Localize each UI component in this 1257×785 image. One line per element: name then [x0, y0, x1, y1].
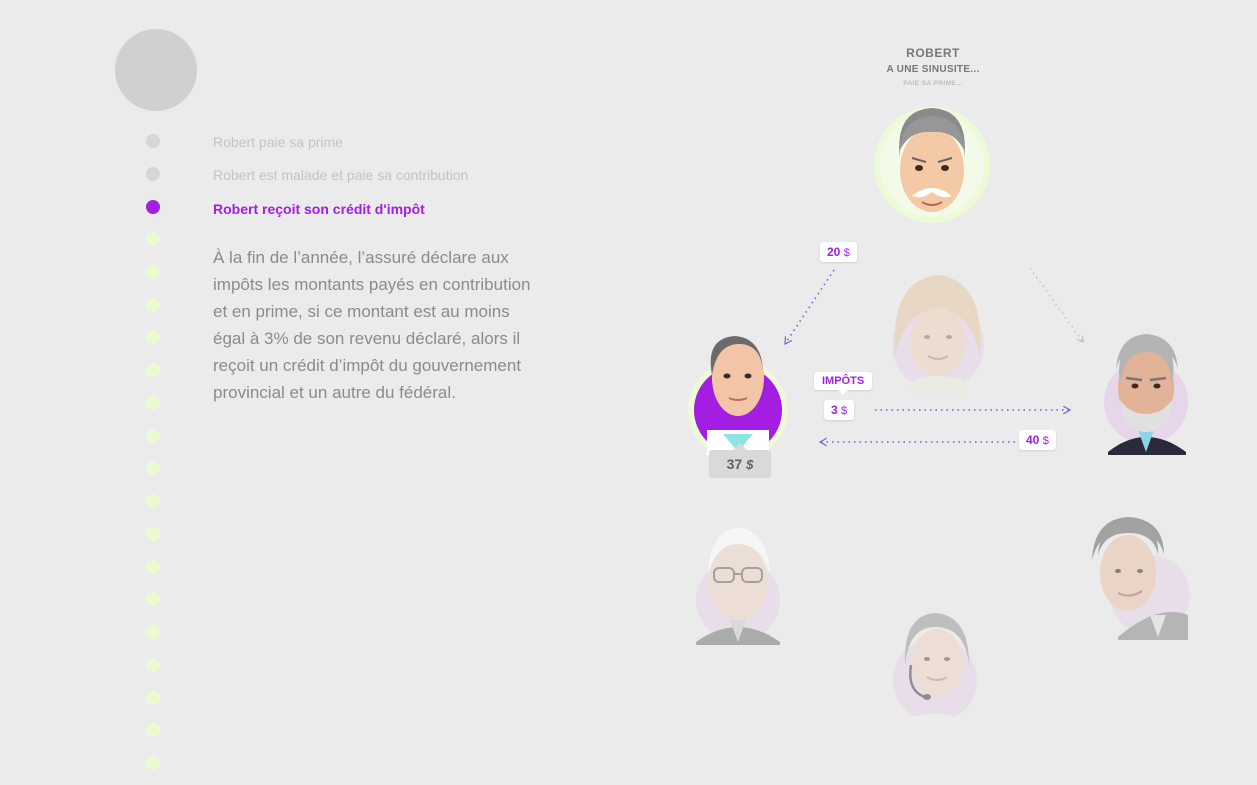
upcoming-step-dot[interactable]	[146, 723, 160, 738]
robert-portrait-icon	[874, 107, 990, 223]
upcoming-step-dot[interactable]	[146, 526, 160, 541]
credit-40-amount: 40	[1026, 433, 1040, 447]
payment-tag-20: 20 $	[820, 242, 857, 262]
arrow-to-right-person	[1029, 267, 1084, 343]
upcoming-step-dot[interactable]	[146, 756, 160, 770]
old-man-glasses-icon	[696, 528, 780, 645]
credit-40-currency: $	[1042, 435, 1049, 447]
balance-currency: $	[746, 457, 754, 472]
tax-label: IMPÔTS	[822, 375, 865, 387]
header-subtitle: A UNE SINUSITE...	[886, 64, 980, 75]
header-name: ROBERT	[906, 46, 960, 60]
woman-headset-icon	[893, 613, 977, 730]
upcoming-step-dot[interactable]	[146, 330, 160, 345]
step-dot-2[interactable]	[146, 167, 160, 181]
step-label-3[interactable]: Robert reçoit son crédit d'impôt	[213, 201, 425, 217]
upcoming-step-dot[interactable]	[146, 690, 160, 705]
upcoming-step-dot[interactable]	[146, 494, 160, 508]
progress-avatar	[115, 29, 197, 111]
step-label-2[interactable]: Robert est malade et paie sa contributio…	[213, 167, 468, 183]
tax-3-amount: 3	[831, 403, 838, 417]
tax-label-tag: IMPÔTS	[814, 372, 873, 395]
header-subsubtitle: PAIE SA PRIME...	[903, 80, 963, 87]
robert-active-icon	[688, 336, 788, 455]
diagram-header: ROBERT A UNE SINUSITE... PAIE SA PRIME..…	[883, 46, 983, 87]
tax-3-currency: $	[841, 405, 848, 417]
upcoming-step-dot[interactable]	[146, 559, 160, 574]
robert-balance-badge: 37 $	[709, 443, 771, 478]
payment-20-currency: $	[843, 247, 850, 259]
upcoming-step-dot[interactable]	[146, 395, 160, 410]
credit-tag-40: 40 $	[1019, 430, 1056, 450]
man-suit-icon	[1092, 517, 1190, 640]
step-dot-3[interactable]	[146, 200, 160, 214]
upcoming-step-dot[interactable]	[146, 461, 160, 476]
step-dot-1[interactable]	[146, 134, 160, 148]
government-man-icon	[1104, 334, 1188, 455]
upcoming-step-dot[interactable]	[146, 264, 160, 279]
tax-tag-3: 3 $	[824, 400, 855, 420]
upcoming-step-dot[interactable]	[146, 297, 160, 312]
timeline	[0, 0, 160, 770]
upcoming-step-dot[interactable]	[146, 428, 160, 443]
upcoming-step-dot[interactable]	[146, 232, 160, 246]
upcoming-step-dot[interactable]	[146, 657, 160, 672]
upcoming-step-dot[interactable]	[146, 625, 160, 639]
diagram: ROBERT A UNE SINUSITE... PAIE SA PRIME..…	[680, 40, 1240, 740]
step-label-1[interactable]: Robert paie sa prime	[213, 134, 343, 150]
step-description: À la fin de l’année, l’assuré déclare au…	[213, 248, 531, 402]
payment-20-amount: 20	[827, 245, 841, 259]
woman-ghost-icon	[892, 275, 984, 395]
upcoming-step-dot[interactable]	[146, 592, 160, 607]
balance-amount: 37	[726, 456, 743, 472]
upcoming-step-dot[interactable]	[146, 363, 160, 377]
